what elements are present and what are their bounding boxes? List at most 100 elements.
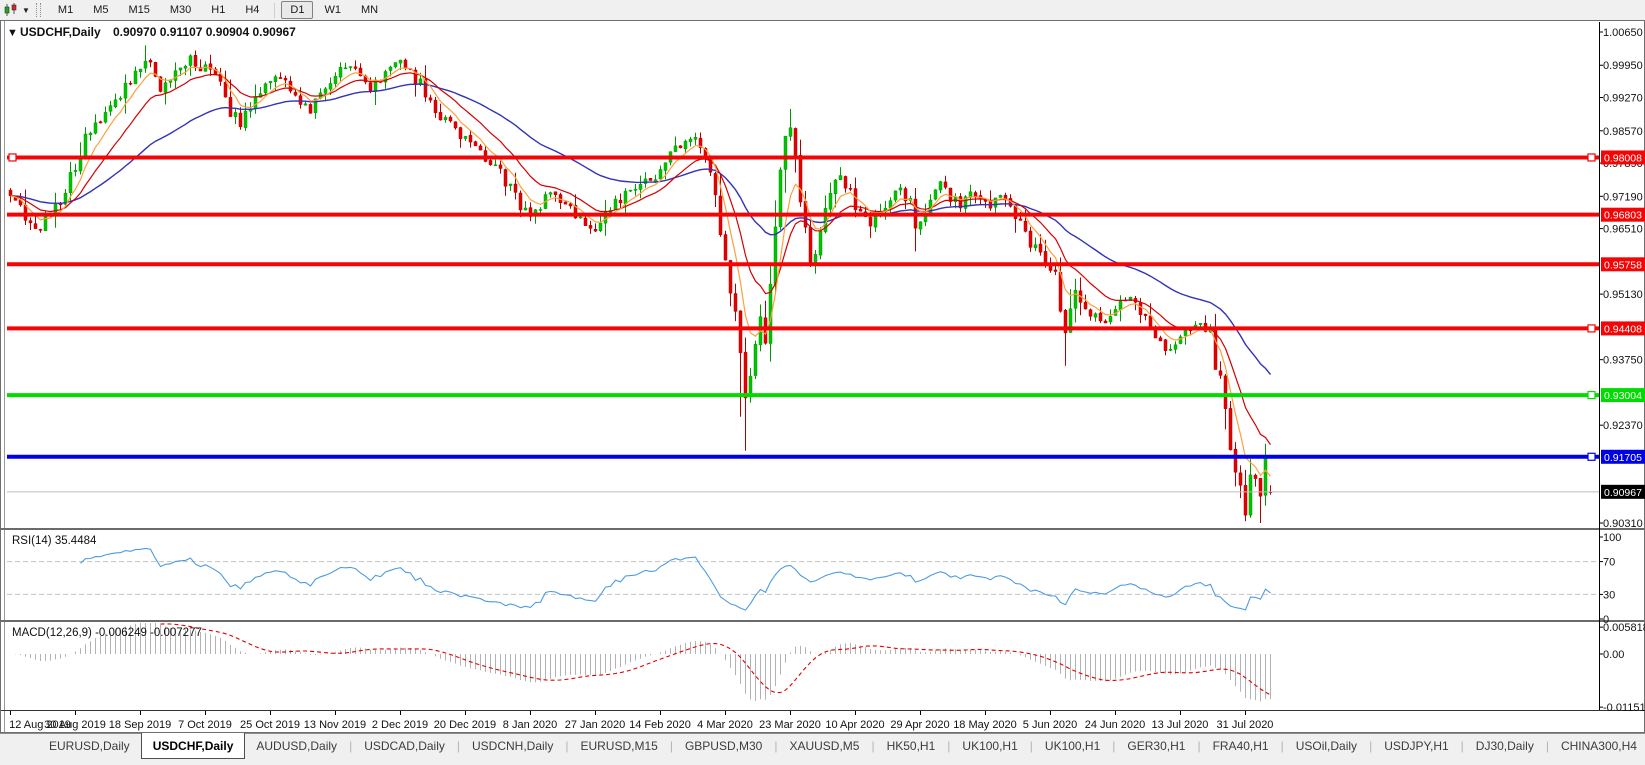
tab-usoil-daily[interactable]: USOil,Daily [1285,734,1368,758]
date-tick-label: 31 Jul 2020 [1217,719,1274,731]
tab-usdcnh-daily[interactable]: USDCNH,Daily [461,734,564,758]
tab-separator: | [1030,734,1033,758]
tab-separator: | [349,734,352,758]
tab-separator: | [1546,734,1549,758]
tab-separator: | [1197,734,1200,758]
rsi-tick-label: 70 [1603,557,1615,569]
macd-tick-label: -0.011514 [1603,702,1645,714]
level-handle [1588,154,1595,161]
date-tick-label: 29 Apr 2020 [890,719,949,731]
chart-symbol-title: USDCHF,Daily [20,25,101,39]
tab-usdjpy-h1[interactable]: USDJPY,H1 [1373,734,1459,758]
tab-china300-h4[interactable]: CHINA300,H4 [1550,734,1645,758]
level-handle [1588,453,1595,460]
price-box-label: 0.96803 [1604,210,1642,222]
toolbar-grip [36,3,41,17]
toolbar-separator [274,3,275,18]
tab-separator: | [457,734,460,758]
tab-separator: | [871,734,874,758]
timeframe-button-group: M1M5M15M30H1H4 D1W1MN [48,1,388,19]
date-tick-label: 18 May 2020 [953,719,1017,731]
price-tick-label: 0.99270 [1603,93,1643,105]
price-box-label: 0.94408 [1604,323,1642,335]
tab-eurusd-m15[interactable]: EURUSD,M15 [569,734,668,758]
chart-type-button[interactable]: ▼ [3,3,30,17]
macd-tick-label: 0.00 [1603,649,1624,661]
tab-separator: | [774,734,777,758]
date-tick-label: 13 Jul 2020 [1152,719,1209,731]
tab-audusd-daily[interactable]: AUDUSD,Daily [245,734,348,758]
date-tick-label: 25 Oct 2019 [240,719,300,731]
macd-tick-label: 0.005818 [1603,622,1645,634]
date-tick-label: 30 Aug 2019 [44,719,106,731]
price-tick-label: 0.92370 [1603,420,1643,432]
date-tick-label: 27 Jan 2020 [565,719,626,731]
tab-ger30-h1[interactable]: GER30,H1 [1116,734,1196,758]
date-tick-label: 14 Feb 2020 [629,719,691,731]
tab-fra40-h1[interactable]: FRA40,H1 [1202,734,1280,758]
timeframe-button-h1[interactable]: H1 [202,1,234,19]
tab-gbpusd-m30[interactable]: GBPUSD,M30 [674,734,773,758]
timeframe-button-d1[interactable]: D1 [281,1,313,19]
timeframe-button-mn[interactable]: MN [352,1,387,19]
tab-uk100-h1[interactable]: UK100,H1 [951,734,1028,758]
chart-dropdown-icon: ▼ [7,27,18,39]
macd-indicator-label: MACD(12,26,9) -0.006249 -0.007277 [12,627,202,639]
tab-hk50-h1[interactable]: HK50,H1 [876,734,947,758]
date-tick-label: 23 Mar 2020 [759,719,821,731]
price-tick-label: 0.96510 [1603,224,1643,236]
timeframe-button-h4[interactable]: H4 [236,1,268,19]
chart-canvas[interactable]: 1.006500.999500.992700.985700.978900.971… [0,20,1645,733]
level-handle [1588,392,1595,399]
chevron-down-icon: ▼ [22,6,30,15]
date-tick-label: 20 Dec 2019 [434,719,496,731]
tab-xauusd-m5[interactable]: XAUUSD,M5 [778,734,870,758]
tab-eurusd-daily[interactable]: EURUSD,Daily [38,734,141,758]
timeframe-button-m30[interactable]: M30 [161,1,200,19]
tab-separator: | [1461,734,1464,758]
price-tick-label: 0.95130 [1603,289,1643,301]
tab-separator: | [947,734,950,758]
price-tick-label: 1.00650 [1603,27,1643,39]
tab-dj30-daily[interactable]: DJ30,Daily [1465,734,1545,758]
date-tick-label: 8 Jan 2020 [503,719,557,731]
chart-ohlc-values: 0.90970 0.91107 0.90904 0.90967 [113,25,296,39]
price-box-label: 0.95758 [1604,259,1642,271]
price-tick-label: 0.90310 [1603,518,1643,530]
date-tick-label: 5 Jun 2020 [1023,719,1077,731]
timeframe-button-m15[interactable]: M15 [119,1,158,19]
chart-type-icon [3,3,19,17]
date-tick-label: 2 Dec 2019 [372,719,428,731]
chart-tab-bar: EURUSD,DailyUSDCHF,DailyAUDUSD,Daily|USD… [0,733,1645,765]
level-handle [9,154,16,161]
tab-usdchf-daily[interactable]: USDCHF,Daily [141,733,246,759]
date-tick-label: 18 Sep 2019 [109,719,171,731]
price-tick-label: 0.93750 [1603,355,1643,367]
tab-separator: | [1369,734,1372,758]
timeframe-button-m1[interactable]: M1 [49,1,82,19]
rsi-tick-label: 100 [1603,532,1621,544]
date-tick-label: 4 Mar 2020 [697,719,753,731]
price-box-label: 0.90967 [1604,487,1642,499]
price-tick-label: 0.98570 [1603,126,1643,138]
price-tick-label: 0.99950 [1603,60,1643,72]
tab-uk100-h1[interactable]: UK100,H1 [1034,734,1111,758]
tab-separator: | [670,734,673,758]
tab-separator: | [1281,734,1284,758]
date-tick-label: 24 Jun 2020 [1085,719,1146,731]
date-tick-label: 10 Apr 2020 [825,719,884,731]
price-box-label: 0.93004 [1604,390,1642,402]
date-tick-label: 13 Nov 2019 [304,719,366,731]
rsi-indicator-label: RSI(14) 35.4484 [12,535,97,547]
date-tick-label: 7 Oct 2019 [178,719,232,731]
tab-separator: | [565,734,568,758]
top-toolbar: ▼ M1M5M15M30H1H4 D1W1MN [0,0,1645,20]
price-box-label: 0.91705 [1604,452,1642,464]
price-tick-label: 0.97190 [1603,191,1643,203]
tab-usdcad-daily[interactable]: USDCAD,Daily [353,734,456,758]
level-handle [1588,325,1595,332]
timeframe-button-m5[interactable]: M5 [84,1,117,19]
timeframe-button-w1[interactable]: W1 [315,1,350,19]
rsi-tick-label: 30 [1603,589,1615,601]
tab-separator: | [1112,734,1115,758]
